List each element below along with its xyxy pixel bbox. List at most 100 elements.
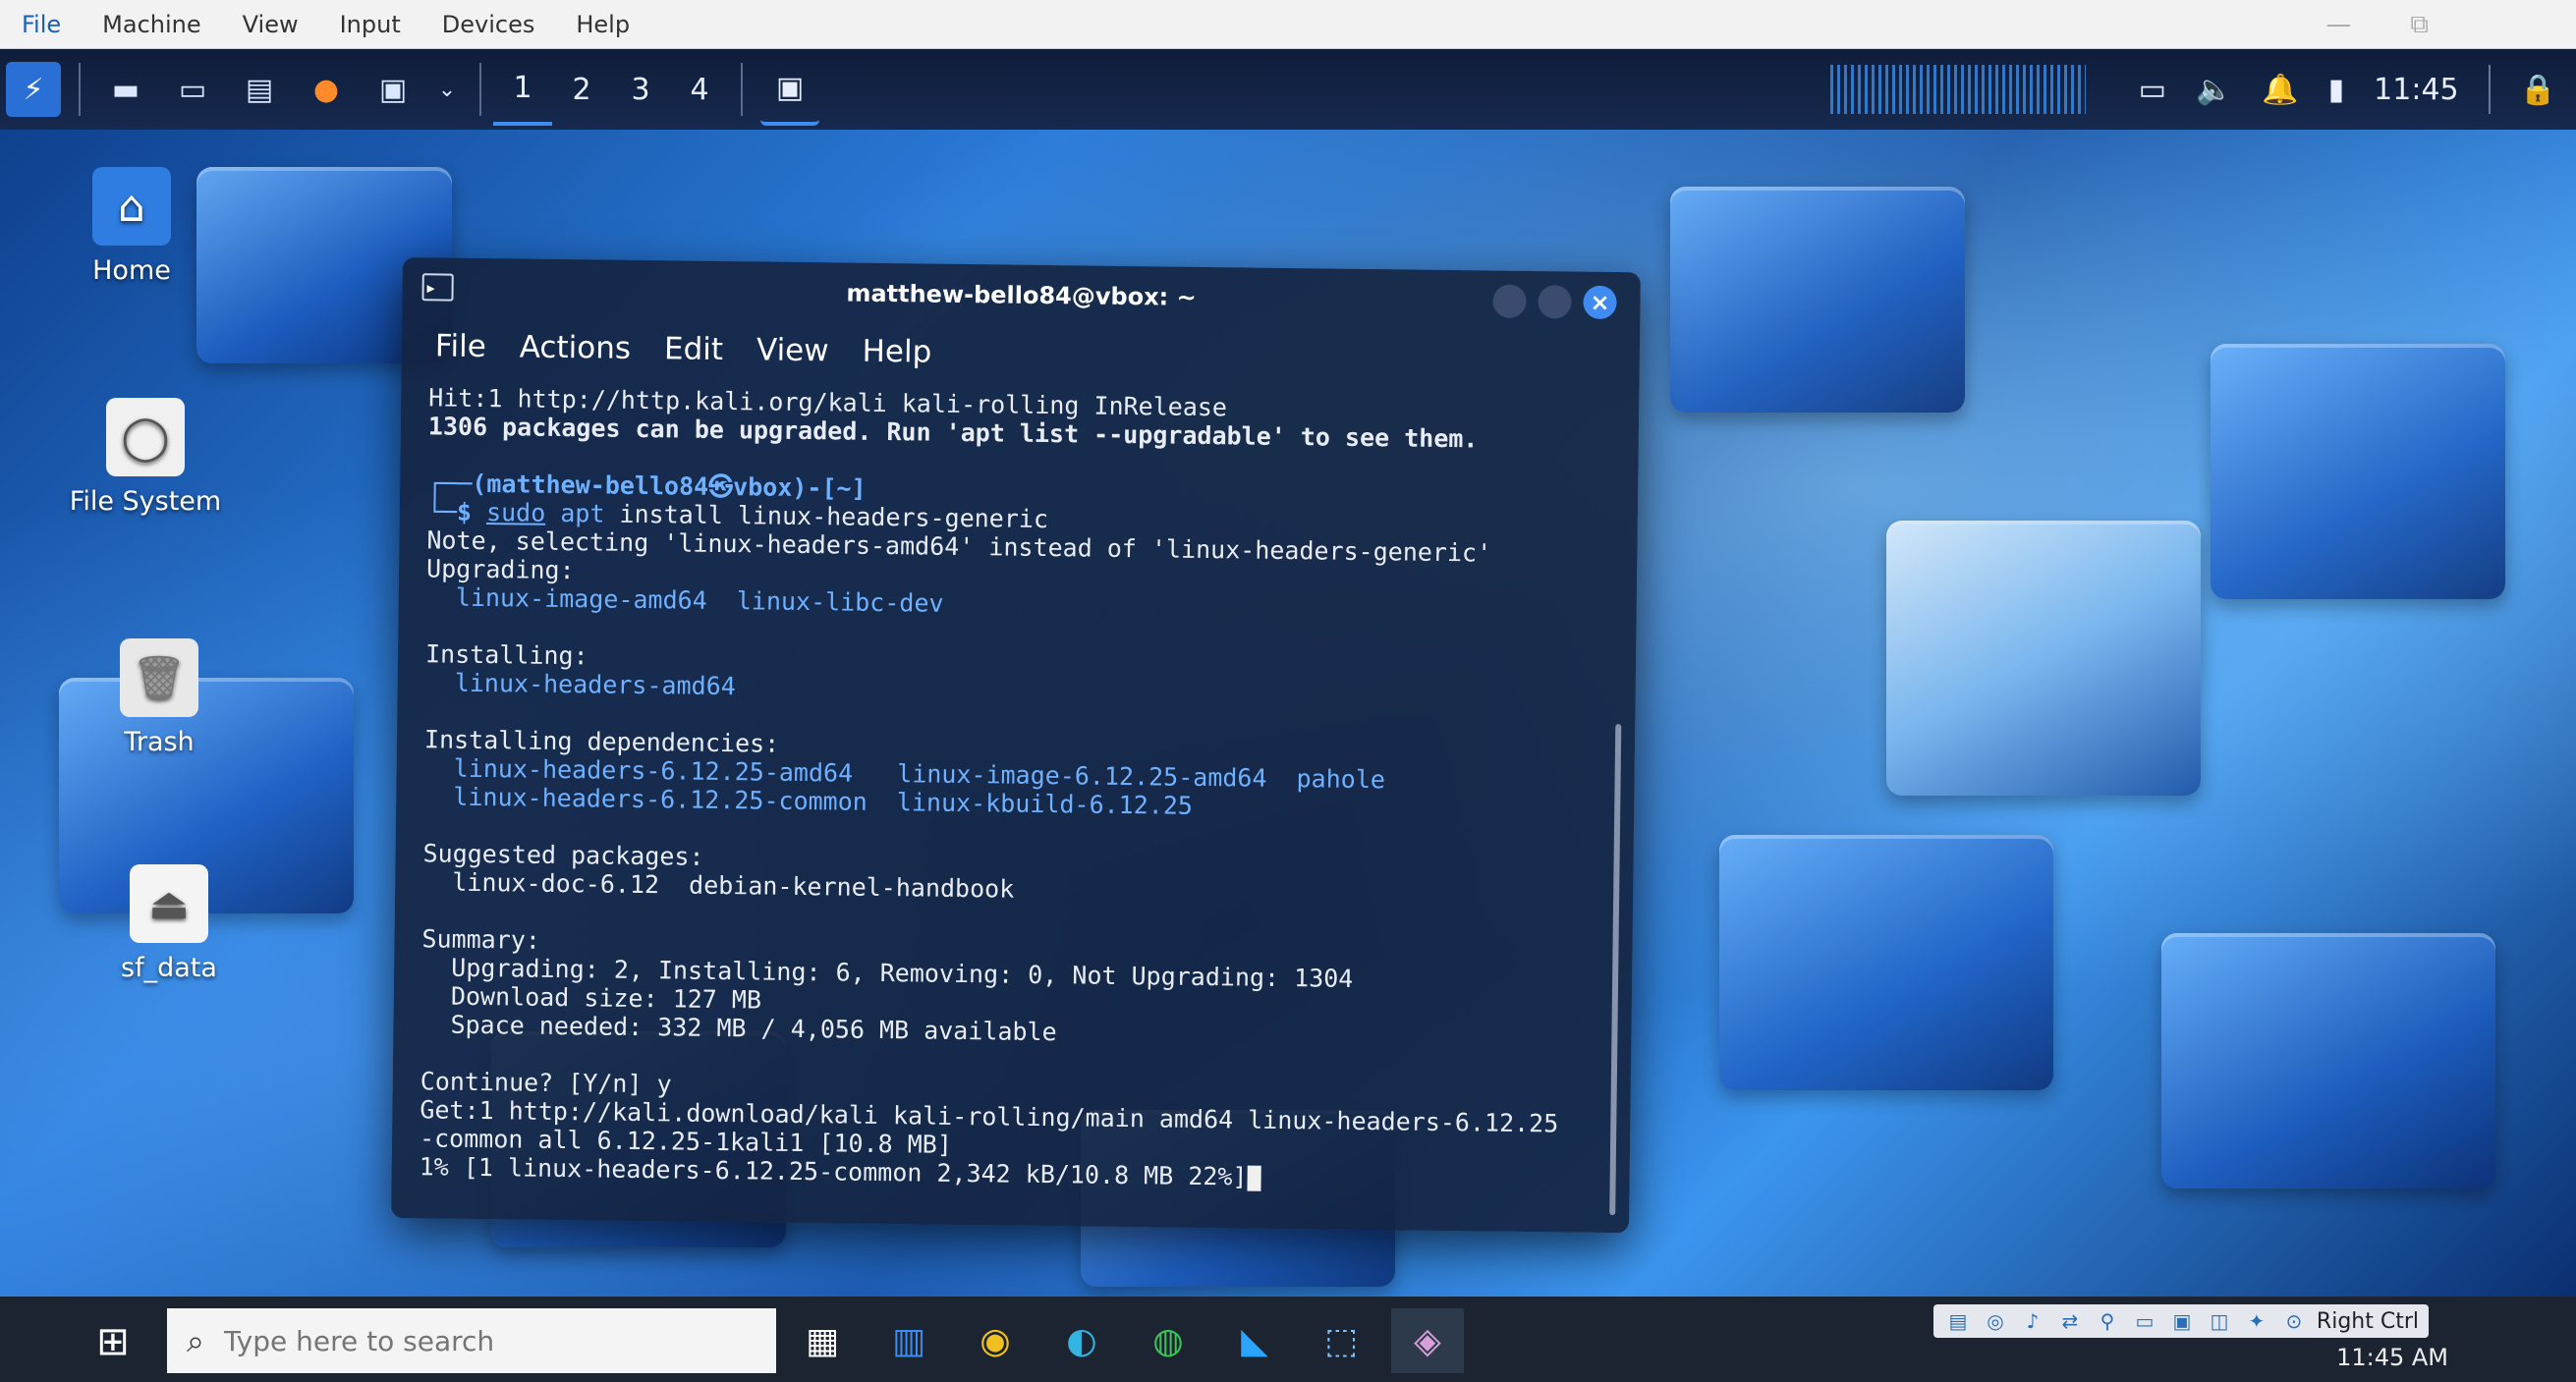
minimize-button[interactable] (1492, 284, 1527, 318)
taskbar-apps: ▦ ▥ ◉ ◐ ◍ ◣ ⬚ ◈ (786, 1306, 1464, 1375)
restore-button[interactable]: ⧉ (2410, 10, 2429, 40)
terminal-menu-file[interactable]: File (425, 324, 496, 368)
taskbar-app-file-explorer[interactable]: ▥ (872, 1308, 945, 1373)
taskbar-app-chrome[interactable]: ◉ (959, 1308, 1032, 1373)
workspace-1[interactable]: 1 (493, 53, 552, 126)
shared-folder-icon[interactable]: ▭ (2130, 1307, 2159, 1335)
whatsapp-icon: ◍ (1152, 1320, 1184, 1361)
vbox-menu-machine[interactable]: Machine (90, 7, 212, 42)
taskbar-app-whatsapp[interactable]: ◍ (1132, 1308, 1204, 1373)
windows-start-button[interactable]: ⊞ (79, 1310, 147, 1373)
cpu-icon[interactable]: ✦ (2242, 1307, 2271, 1335)
notifications-icon[interactable]: 🔔 (2262, 73, 2298, 107)
kali-top-panel: ⚡ ▬ ▭ ▤ ● ▣ ⌄ 1 2 3 4 ▣ ▭ 🔈 🔔 ▮ 11:45 🔒 (0, 49, 2576, 130)
volume-icon[interactable]: 🔈 (2196, 73, 2232, 107)
desktop-icon-label: sf_data (121, 953, 217, 983)
file-explorer-icon: ▥ (891, 1320, 925, 1361)
file-manager-launcher[interactable]: ▭ (165, 62, 220, 117)
wallpaper-cube (1719, 835, 2053, 1090)
kali-dragon-icon: ⚡ (23, 72, 44, 107)
vbox-status-bar: ▤ ◎ ♪ ⇄ ⚲ ▭ ▣ ◫ ✦ ⊙ Right Ctrl (1932, 1304, 2429, 1338)
vbox-menubar: File Machine View Input Devices Help — ⧉ (0, 0, 2576, 49)
search-input[interactable] (221, 1323, 737, 1358)
close-icon: × (1590, 288, 1610, 317)
panel-clock[interactable]: 11:45 (2374, 73, 2458, 107)
windows-logo-icon: ⊞ (96, 1319, 130, 1364)
workspace-4[interactable]: 4 (670, 55, 729, 124)
maximize-button[interactable] (1538, 285, 1572, 319)
task-view-icon: ▦ (805, 1320, 839, 1361)
hard-disk-icon[interactable]: ▤ (1943, 1307, 1973, 1335)
display-icon[interactable]: ▣ (2167, 1307, 2197, 1335)
wallpaper-cube (1670, 187, 1965, 413)
terminal-launcher[interactable]: ▣ (365, 62, 420, 117)
command-sudo: sudo (485, 498, 546, 527)
terminal-window-buttons: × (1492, 284, 1617, 320)
home-icon: ⌂ (92, 167, 171, 246)
taskbar-app-virtualbox[interactable]: ⬚ (1305, 1308, 1377, 1373)
taskbar-app-edge[interactable]: ◐ (1045, 1308, 1118, 1373)
vbox-menu-help[interactable]: Help (564, 7, 642, 42)
firefox-launcher[interactable]: ● (299, 62, 354, 117)
minimize-button[interactable]: — (2325, 10, 2351, 40)
wallpaper-cube (2211, 344, 2505, 599)
show-desktop-icon: ▬ (111, 72, 140, 107)
optical-drive-icon[interactable]: ◎ (1981, 1307, 2010, 1335)
taskbar-terminal-window[interactable]: ▣ (760, 53, 819, 126)
taskbar-app-photos[interactable]: ◣ (1218, 1308, 1291, 1373)
chrome-icon: ◉ (980, 1320, 1011, 1361)
vbox-menu-view[interactable]: View (231, 7, 310, 42)
windows-clock[interactable]: 11:45 AM (2336, 1344, 2448, 1371)
kali-menu-button[interactable]: ⚡ (6, 62, 61, 117)
usb-icon[interactable]: ⚲ (2093, 1307, 2122, 1335)
wallpaper-glass-cube (1886, 521, 2201, 796)
desktop-icon-home[interactable]: ⌂ Home (14, 167, 250, 286)
text-editor-launcher[interactable]: ▤ (232, 62, 287, 117)
lock-icon[interactable]: 🔒 (2520, 73, 2556, 107)
mouse-integration-icon[interactable]: ⊙ (2279, 1307, 2309, 1335)
task-view-button[interactable]: ▦ (786, 1308, 859, 1373)
taskbar-search[interactable]: ⌕ (167, 1308, 776, 1373)
terminal-window-icon: ▸ (421, 273, 454, 302)
terminal-icon: ▣ (775, 70, 805, 105)
wallpaper-cube (2161, 933, 2495, 1189)
edge-icon: ◐ (1066, 1320, 1097, 1361)
display-icon[interactable]: ▭ (2139, 73, 2166, 107)
terminal-icon: ▣ (378, 72, 408, 107)
app-icon: ◈ (1414, 1320, 1441, 1361)
terminal-window[interactable]: ▸ matthew-bello84@vbox: ~ × File Actions… (391, 257, 1641, 1234)
terminal-menu-help[interactable]: Help (852, 330, 941, 374)
desktop-icon-sf-data[interactable]: ⏏ sf_data (51, 864, 287, 983)
search-icon: ⌕ (187, 1321, 204, 1359)
vbox-menu-file[interactable]: File (10, 7, 73, 42)
vbox-window-controls: — ⧉ (2325, 10, 2429, 40)
close-button[interactable]: × (1583, 285, 1617, 320)
virtualbox-icon: ⬚ (1323, 1320, 1358, 1361)
recording-icon[interactable]: ◫ (2205, 1307, 2234, 1335)
terminal-menu-view[interactable]: View (747, 328, 839, 372)
audio-icon[interactable]: ♪ (2018, 1307, 2047, 1335)
terminal-menu-actions[interactable]: Actions (509, 325, 641, 370)
panel-separator (2488, 65, 2491, 114)
panel-separator (79, 63, 81, 116)
battery-icon[interactable]: ▮ (2328, 73, 2345, 107)
launcher-dropdown[interactable]: ⌄ (432, 62, 462, 117)
folder-icon: ▭ (178, 72, 207, 107)
workspace-3[interactable]: 3 (611, 55, 670, 124)
network-icon[interactable]: ⇄ (2055, 1307, 2085, 1335)
trash-icon: 🗑 (120, 638, 198, 717)
desktop-icon-label: Home (92, 255, 171, 286)
desktop-icon-trash[interactable]: 🗑 Trash (41, 638, 277, 757)
firefox-icon: ● (312, 72, 340, 107)
terminal-menu-edit[interactable]: Edit (654, 327, 734, 371)
taskbar-app-running-vm[interactable]: ◈ (1391, 1308, 1464, 1373)
eject-drive-icon: ⏏ (130, 864, 208, 943)
terminal-output[interactable]: Hit:1 http://http.kali.org/kali kali-rol… (392, 373, 1640, 1195)
vbox-menu-devices[interactable]: Devices (430, 7, 547, 42)
workspace-2[interactable]: 2 (552, 55, 611, 124)
kali-system-tray: ▭ 🔈 🔔 ▮ 11:45 🔒 (1829, 49, 2556, 130)
vbox-menu-input[interactable]: Input (328, 7, 413, 42)
desktop-icon-file-system[interactable]: ◯ File System (28, 398, 263, 517)
desktop-icon-label: Trash (124, 727, 195, 757)
show-desktop-button[interactable]: ▬ (98, 62, 153, 117)
